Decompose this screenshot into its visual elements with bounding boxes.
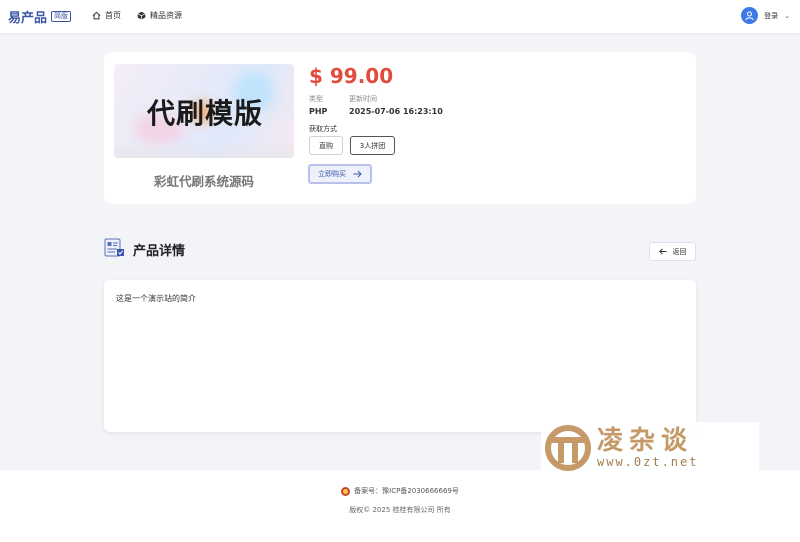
product-description: 这是一个演示站的简介 bbox=[116, 294, 196, 303]
product-details-card: 这是一个演示站的简介 bbox=[104, 280, 696, 432]
home-icon bbox=[92, 11, 101, 20]
brand-logo[interactable]: 易产品 简版 bbox=[8, 7, 72, 26]
updated-label: 更新时间 bbox=[349, 95, 377, 103]
nav-home-label: 首页 bbox=[105, 11, 121, 20]
icp-text: 备案号：豫ICP备2030666669号 bbox=[354, 487, 459, 495]
product-details-icon bbox=[104, 238, 124, 257]
thumbnail-title: 代刷模版 bbox=[147, 97, 264, 130]
watermark-title: 凌杂谈 bbox=[597, 426, 694, 456]
icp-record[interactable]: 备案号：豫ICP备2030666669号 bbox=[0, 486, 800, 496]
arrow-left-icon bbox=[658, 248, 666, 255]
type-value: PHP bbox=[309, 107, 328, 116]
option-group-buy[interactable]: 3人拼团 bbox=[350, 136, 395, 155]
buy-now-button[interactable]: 立即购买 bbox=[308, 164, 372, 184]
nav-item-premium-resources[interactable]: 精品资源 bbox=[137, 10, 182, 21]
back-label: 返回 bbox=[672, 247, 687, 256]
product-name: 彩虹代刷系统源码 bbox=[153, 174, 254, 189]
person-icon bbox=[745, 11, 754, 21]
cube-icon bbox=[137, 11, 146, 20]
watermark-text: 凌杂谈 www.0zt.net bbox=[597, 427, 698, 469]
footer: 备案号：豫ICP备2030666669号 版权© 2025 桂桂有限公司 所有 bbox=[0, 470, 800, 542]
section-title: 产品详情 bbox=[133, 244, 186, 259]
nav-resources-label: 精品资源 bbox=[150, 11, 182, 20]
nav-item-home[interactable]: 首页 bbox=[92, 10, 121, 21]
watermark-url: www.0zt.net bbox=[597, 455, 699, 469]
option-direct-buy[interactable]: 直购 bbox=[309, 136, 343, 155]
site-watermark: 凌杂谈 www.0zt.net bbox=[541, 422, 759, 474]
chevron-down-icon[interactable]: ⌄ bbox=[784, 12, 790, 20]
top-navbar: 易产品 简版 首页 精品资源 登录 ⌄ bbox=[0, 0, 800, 33]
police-badge-icon bbox=[341, 486, 351, 496]
brand-name: 易产品 bbox=[8, 11, 48, 26]
copyright-text: 版权© 2025 桂桂有限公司 所有 bbox=[349, 506, 451, 514]
user-menu[interactable]: 登录 ⌄ bbox=[741, 7, 790, 24]
arrow-right-icon bbox=[353, 170, 362, 178]
product-summary-card: 代刷模版 彩虹代刷系统源码 $ 99.00 类型 更新时间 PHP 2025-0… bbox=[104, 52, 696, 204]
edition-badge: 简版 bbox=[51, 11, 72, 22]
updated-value: 2025-07-06 16:23:10 bbox=[349, 107, 443, 116]
buy-now-label: 立即购买 bbox=[318, 170, 346, 178]
product-thumbnail: 代刷模版 bbox=[114, 64, 294, 158]
watermark-logo-icon bbox=[545, 425, 591, 471]
acquire-method-label: 获取方式 bbox=[309, 125, 337, 133]
user-avatar-icon[interactable] bbox=[741, 7, 759, 24]
login-link[interactable]: 登录 bbox=[764, 11, 778, 21]
product-price: $ 99.00 bbox=[309, 64, 394, 88]
type-label: 类型 bbox=[309, 95, 323, 103]
back-button[interactable]: 返回 bbox=[649, 242, 696, 261]
